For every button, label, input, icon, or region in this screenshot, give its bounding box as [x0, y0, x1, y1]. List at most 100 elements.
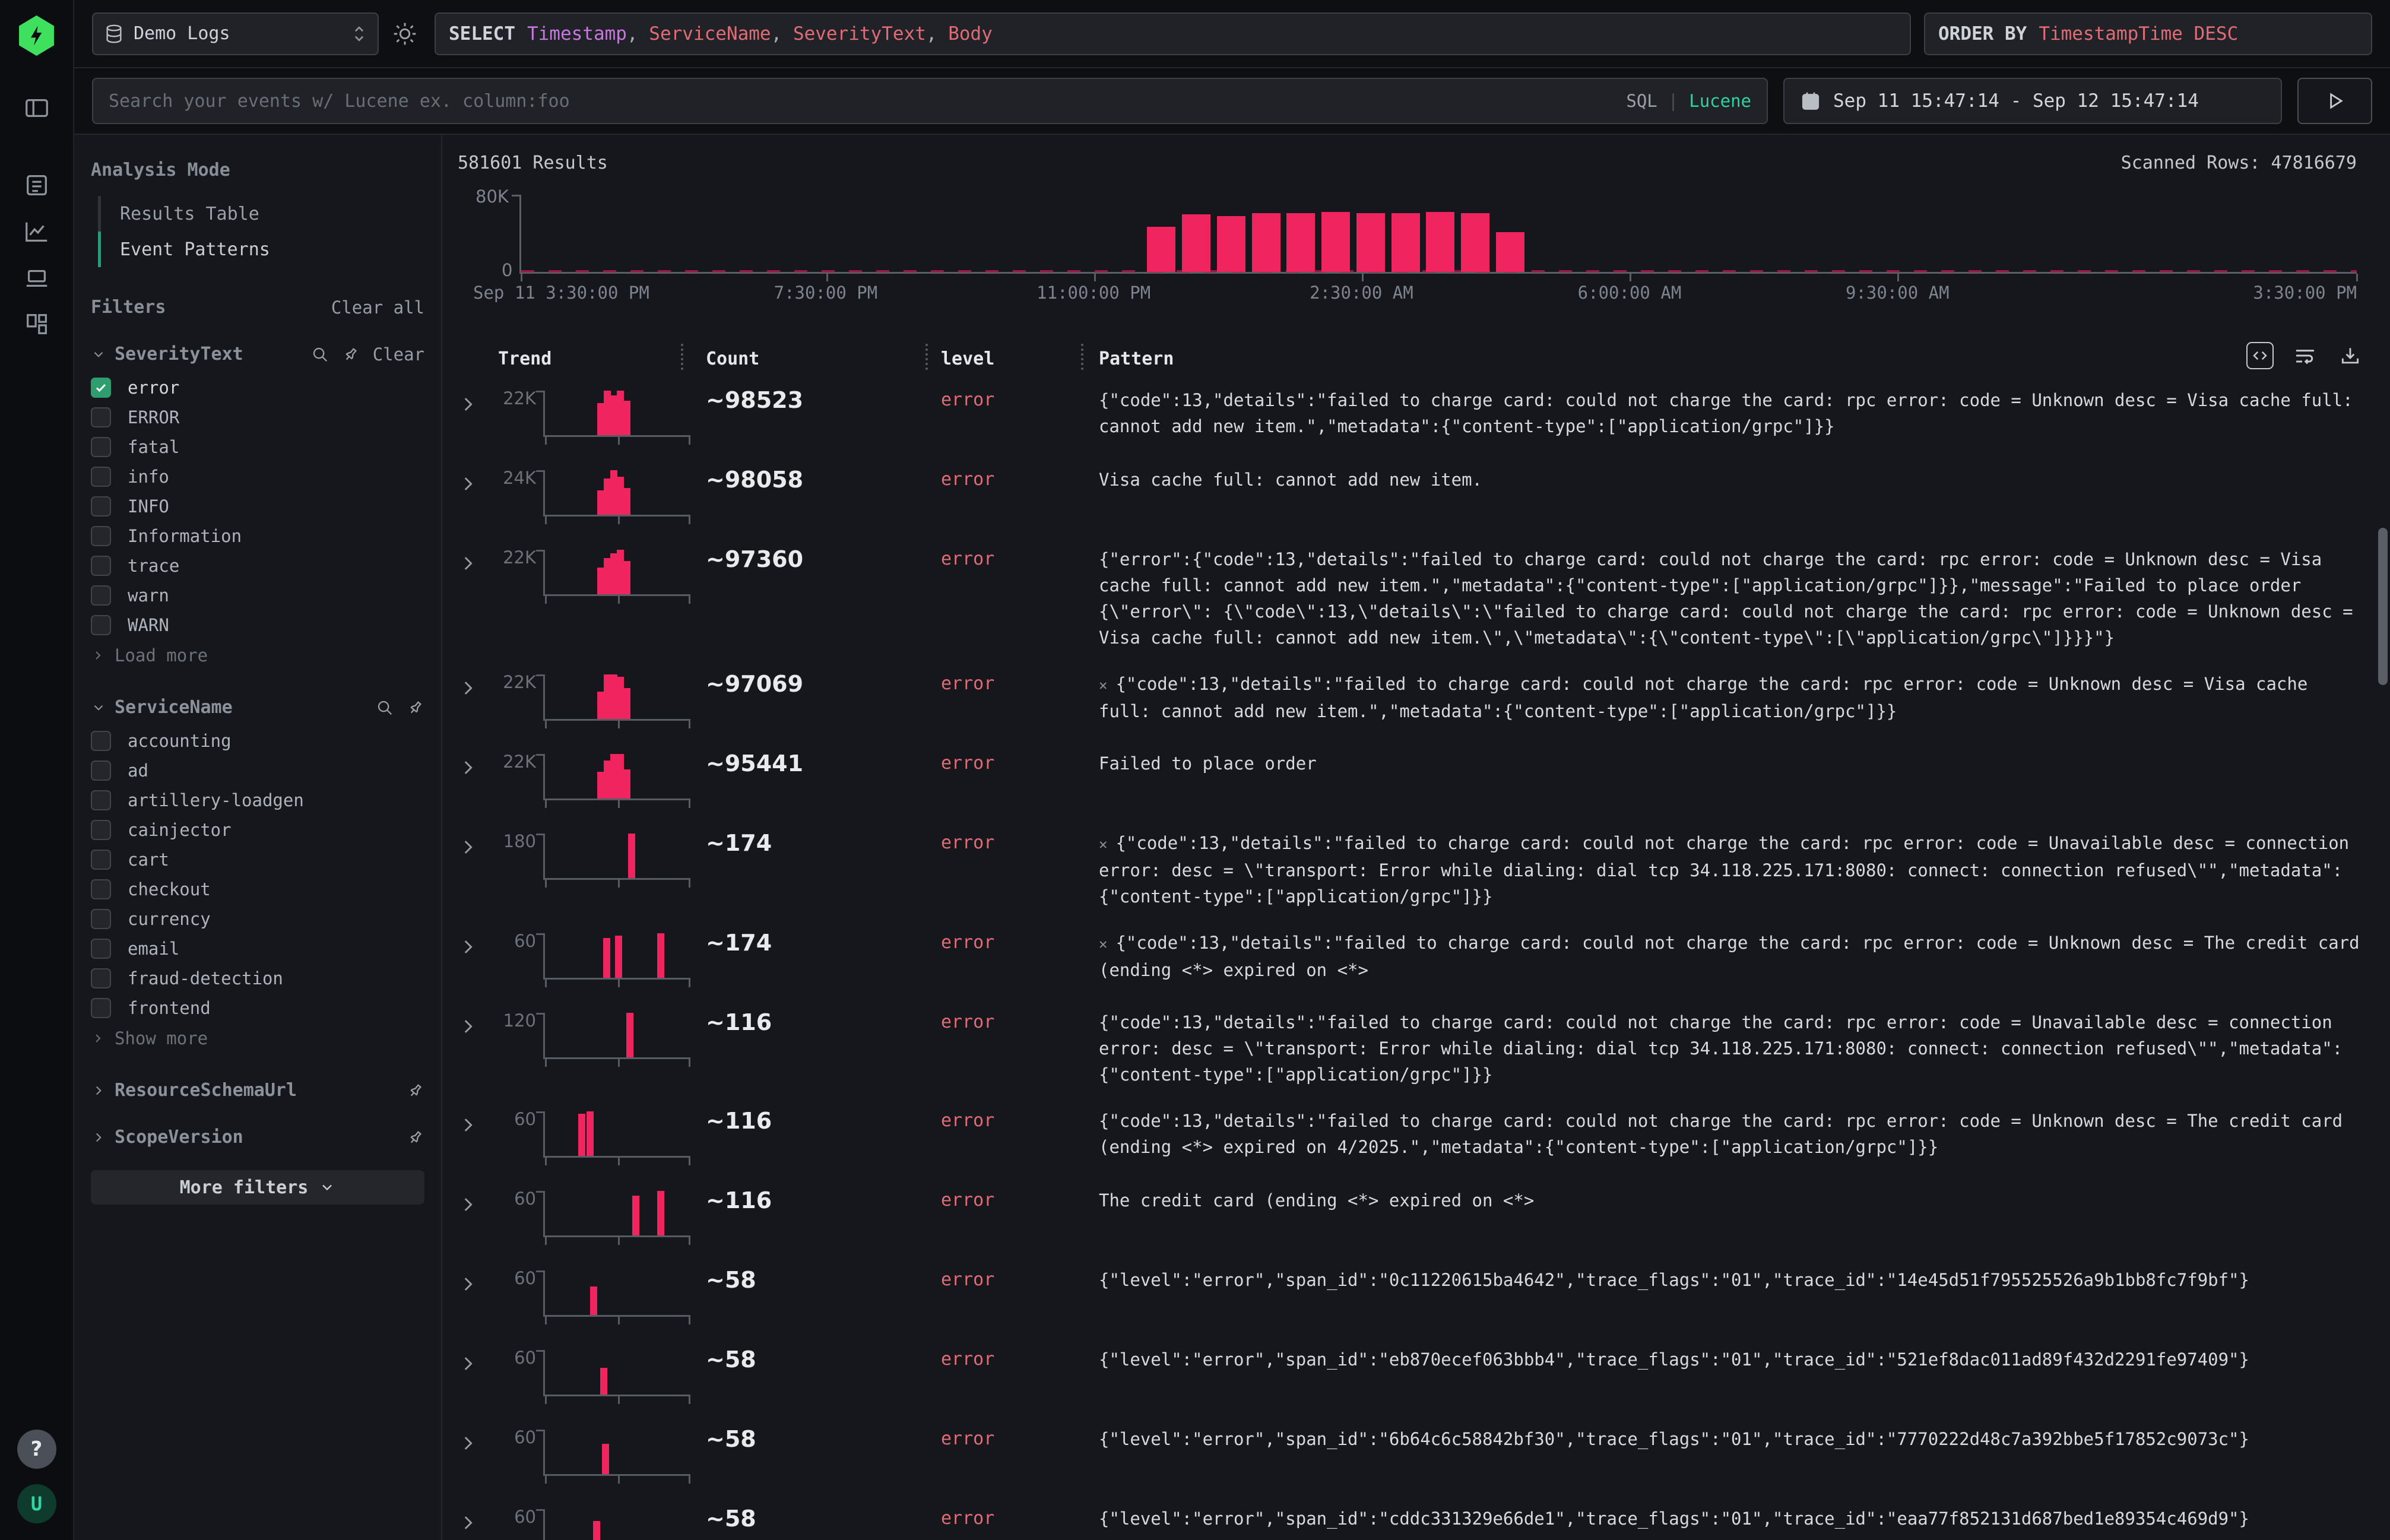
service-option-cainjector[interactable]: cainjector [91, 815, 424, 845]
row-expand-chevron[interactable] [458, 937, 493, 957]
service-option-accounting[interactable]: accounting [91, 726, 424, 756]
source-selector[interactable]: Demo Logs [92, 12, 379, 55]
row-expand-chevron[interactable] [458, 394, 493, 414]
pattern-row[interactable]: 22K~97360error{"error":{"code":13,"detai… [442, 535, 2390, 660]
scrollbar-thumb[interactable] [2378, 528, 2388, 685]
severity-option-ERROR[interactable]: ERROR [91, 403, 424, 432]
pattern-row[interactable]: 60~58error{"level":"error","span_id":"0c… [442, 1256, 2390, 1336]
help-button[interactable]: ? [17, 1430, 56, 1469]
row-expand-chevron[interactable] [458, 758, 493, 778]
pattern-row[interactable]: 120~116error{"code":13,"details":"failed… [442, 999, 2390, 1097]
client-sessions-icon[interactable] [21, 262, 52, 293]
pattern-row[interactable]: 22K~97069error✕{"code":13,"details":"fai… [442, 660, 2390, 740]
column-header-pattern[interactable]: Pattern [1095, 348, 2390, 369]
pattern-row[interactable]: 22K~95441errorFailed to place order [442, 740, 2390, 819]
code-view-icon[interactable] [2246, 342, 2274, 369]
row-expand-chevron[interactable] [458, 1194, 493, 1215]
count-value: ~58 [695, 1506, 940, 1532]
search-input[interactable]: Search your events w/ Lucene ex. column:… [92, 78, 1768, 124]
search-filter-icon[interactable] [376, 699, 394, 717]
user-avatar[interactable]: U [17, 1484, 56, 1523]
pattern-row[interactable]: 60~116errorThe credit card (ending <*> e… [442, 1177, 2390, 1256]
pattern-row[interactable]: 22K~98523error{"code":13,"details":"fail… [442, 376, 2390, 456]
severity-option-WARN[interactable]: WARN [91, 610, 424, 640]
more-filters-button[interactable]: More filters [91, 1170, 424, 1205]
severity-option-Information[interactable]: Information [91, 521, 424, 551]
mode-sql[interactable]: SQL [1626, 91, 1657, 111]
service-option-artillery-loadgen[interactable]: artillery-loadgen [91, 785, 424, 815]
pattern-row[interactable]: 60~58error{"level":"error","span_id":"cd… [442, 1495, 2390, 1540]
severity-option-warn[interactable]: warn [91, 581, 424, 610]
pin-icon[interactable] [407, 1129, 424, 1146]
histogram-plot[interactable] [519, 195, 2357, 274]
pattern-row[interactable]: 60~174error✕{"code":13,"details":"failed… [442, 919, 2390, 999]
service-option-currency[interactable]: currency [91, 904, 424, 934]
sparkline-tick [618, 1158, 620, 1165]
service-option-checkout[interactable]: checkout [91, 874, 424, 904]
table-scrollbar[interactable] [2376, 485, 2389, 1535]
row-expand-chevron[interactable] [458, 1354, 493, 1374]
clear-all-link[interactable]: Clear all [331, 297, 424, 318]
service-group-header[interactable]: ServiceName [91, 697, 424, 718]
row-expand-chevron[interactable] [458, 1513, 493, 1533]
load-more-button[interactable]: Load more [91, 640, 424, 671]
sparkline-tick [545, 980, 547, 987]
show-more-button[interactable]: Show more [91, 1023, 424, 1054]
chart-explorer-icon[interactable] [21, 216, 52, 247]
column-header-level[interactable]: level [940, 348, 1095, 369]
service-option-frontend[interactable]: frontend [91, 993, 424, 1023]
count-value: ~58 [695, 1426, 940, 1452]
mode-event-patterns[interactable]: Event Patterns [98, 232, 424, 267]
row-expand-chevron[interactable] [458, 678, 493, 698]
row-expand-chevron[interactable] [458, 474, 493, 494]
column-header-count[interactable]: Count [695, 348, 940, 369]
app-logo[interactable] [18, 15, 56, 56]
service-option-fraud-detection[interactable]: fraud-detection [91, 964, 424, 993]
pattern-row[interactable]: 60~58error{"level":"error","span_id":"6b… [442, 1415, 2390, 1495]
sparkline-tick [689, 1317, 690, 1324]
select-query-input[interactable]: SELECT Timestamp, ServiceName, SeverityT… [435, 12, 1911, 55]
query-field: ServiceName [649, 23, 771, 45]
service-option-cart[interactable]: cart [91, 845, 424, 874]
pattern-row[interactable]: 24K~98058errorVisa cache full: cannot ad… [442, 456, 2390, 535]
row-expand-chevron[interactable] [458, 553, 493, 573]
row-expand-chevron[interactable] [458, 1115, 493, 1135]
run-query-button[interactable] [2297, 78, 2372, 124]
pin-icon[interactable] [407, 699, 424, 717]
pattern-row[interactable]: 60~116error{"code":13,"details":"failed … [442, 1097, 2390, 1177]
y-axis-zero-label: 0 [502, 260, 512, 280]
service-option-email[interactable]: email [91, 934, 424, 964]
severity-option-info[interactable]: info [91, 462, 424, 492]
service-option-ad[interactable]: ad [91, 756, 424, 785]
row-expand-chevron[interactable] [458, 1016, 493, 1037]
severity-clear-link[interactable]: Clear [373, 344, 424, 365]
trend-cell: 60 [493, 1267, 695, 1326]
row-expand-chevron[interactable] [458, 837, 493, 857]
dashboards-icon[interactable] [21, 309, 52, 340]
row-expand-chevron[interactable] [458, 1274, 493, 1294]
severity-option-INFO[interactable]: INFO [91, 492, 424, 521]
search-logs-icon[interactable] [21, 170, 52, 201]
pattern-text: Visa cache full: cannot add new item. [1095, 467, 2390, 493]
settings-gear-icon[interactable] [392, 19, 421, 49]
column-header-trend[interactable]: Trend [493, 348, 695, 369]
severity-group-header[interactable]: SeverityText Clear [91, 344, 424, 365]
order-by-input[interactable]: ORDER BY TimestampTime DESC [1924, 12, 2372, 55]
severity-option-fatal[interactable]: fatal [91, 432, 424, 462]
severity-option-trace[interactable]: trace [91, 551, 424, 581]
resource-schema-header[interactable]: ResourceSchemaUrl [91, 1080, 424, 1101]
panel-toggle-icon[interactable] [21, 93, 52, 123]
severity-option-error[interactable]: error [91, 373, 424, 403]
mode-lucene[interactable]: Lucene [1689, 91, 1751, 111]
time-range-picker[interactable]: Sep 11 15:47:14 - Sep 12 15:47:14 [1783, 78, 2282, 124]
download-icon[interactable] [2337, 342, 2364, 369]
mode-results-table[interactable]: Results Table [98, 196, 424, 232]
pin-icon[interactable] [407, 1082, 424, 1099]
wrap-text-icon[interactable] [2291, 342, 2319, 369]
row-expand-chevron[interactable] [458, 1433, 493, 1453]
scope-version-header[interactable]: ScopeVersion [91, 1127, 424, 1148]
pattern-row[interactable]: 60~58error{"level":"error","span_id":"eb… [442, 1336, 2390, 1415]
pin-icon[interactable] [342, 346, 360, 363]
search-filter-icon[interactable] [311, 346, 329, 363]
pattern-row[interactable]: 180~174error✕{"code":13,"details":"faile… [442, 819, 2390, 919]
